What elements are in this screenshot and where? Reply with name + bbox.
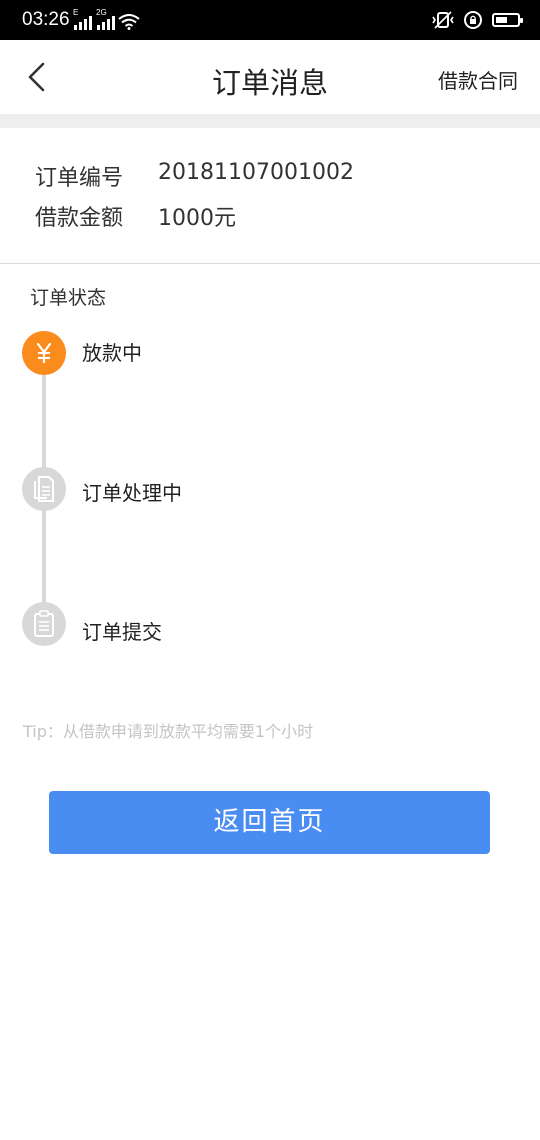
signal-icon-2: [97, 14, 115, 30]
signal-icon: [74, 14, 92, 30]
lock-rotation-icon: [464, 11, 482, 29]
timeline-connector: [42, 510, 46, 606]
section-separator: [0, 114, 540, 128]
step-label-processing: 订单处理中: [82, 481, 182, 505]
clipboard-icon: [34, 610, 54, 637]
loan-contract-link[interactable]: 借款合同: [438, 65, 518, 94]
status-bar: 03:26 E 2G: [0, 0, 540, 40]
status-time: 03:26: [22, 9, 70, 30]
wifi-icon: [118, 14, 140, 30]
order-number-row: 订单编号 20181107001002: [35, 160, 354, 192]
step-node-disbursing: [22, 331, 66, 375]
loan-amount-value: 1000元: [158, 206, 236, 231]
documents-icon: [34, 476, 54, 502]
step-label-disbursing: 放款中: [82, 341, 142, 365]
order-status-title: 订单状态: [30, 287, 107, 309]
loan-amount-label: 借款金额: [35, 206, 124, 231]
step-label-submitted: 订单提交: [82, 620, 162, 644]
vibrate-icon: [432, 11, 454, 29]
loan-amount-row: 借款金额 1000元: [35, 200, 236, 232]
yuan-icon: [36, 342, 52, 363]
return-home-button[interactable]: 返回首页: [49, 791, 490, 854]
step-node-processing: [22, 467, 66, 511]
order-number-value: 20181107001002: [158, 160, 354, 185]
order-number-label: 订单编号: [35, 166, 124, 191]
tip-text: Tip：从借款申请到放款平均需要1个小时: [23, 722, 314, 741]
step-node-submitted: [22, 602, 66, 646]
divider: [0, 263, 540, 264]
nav-bar: 订单消息 借款合同: [0, 40, 540, 114]
timeline-connector: [42, 372, 46, 468]
battery-icon: [492, 13, 523, 27]
